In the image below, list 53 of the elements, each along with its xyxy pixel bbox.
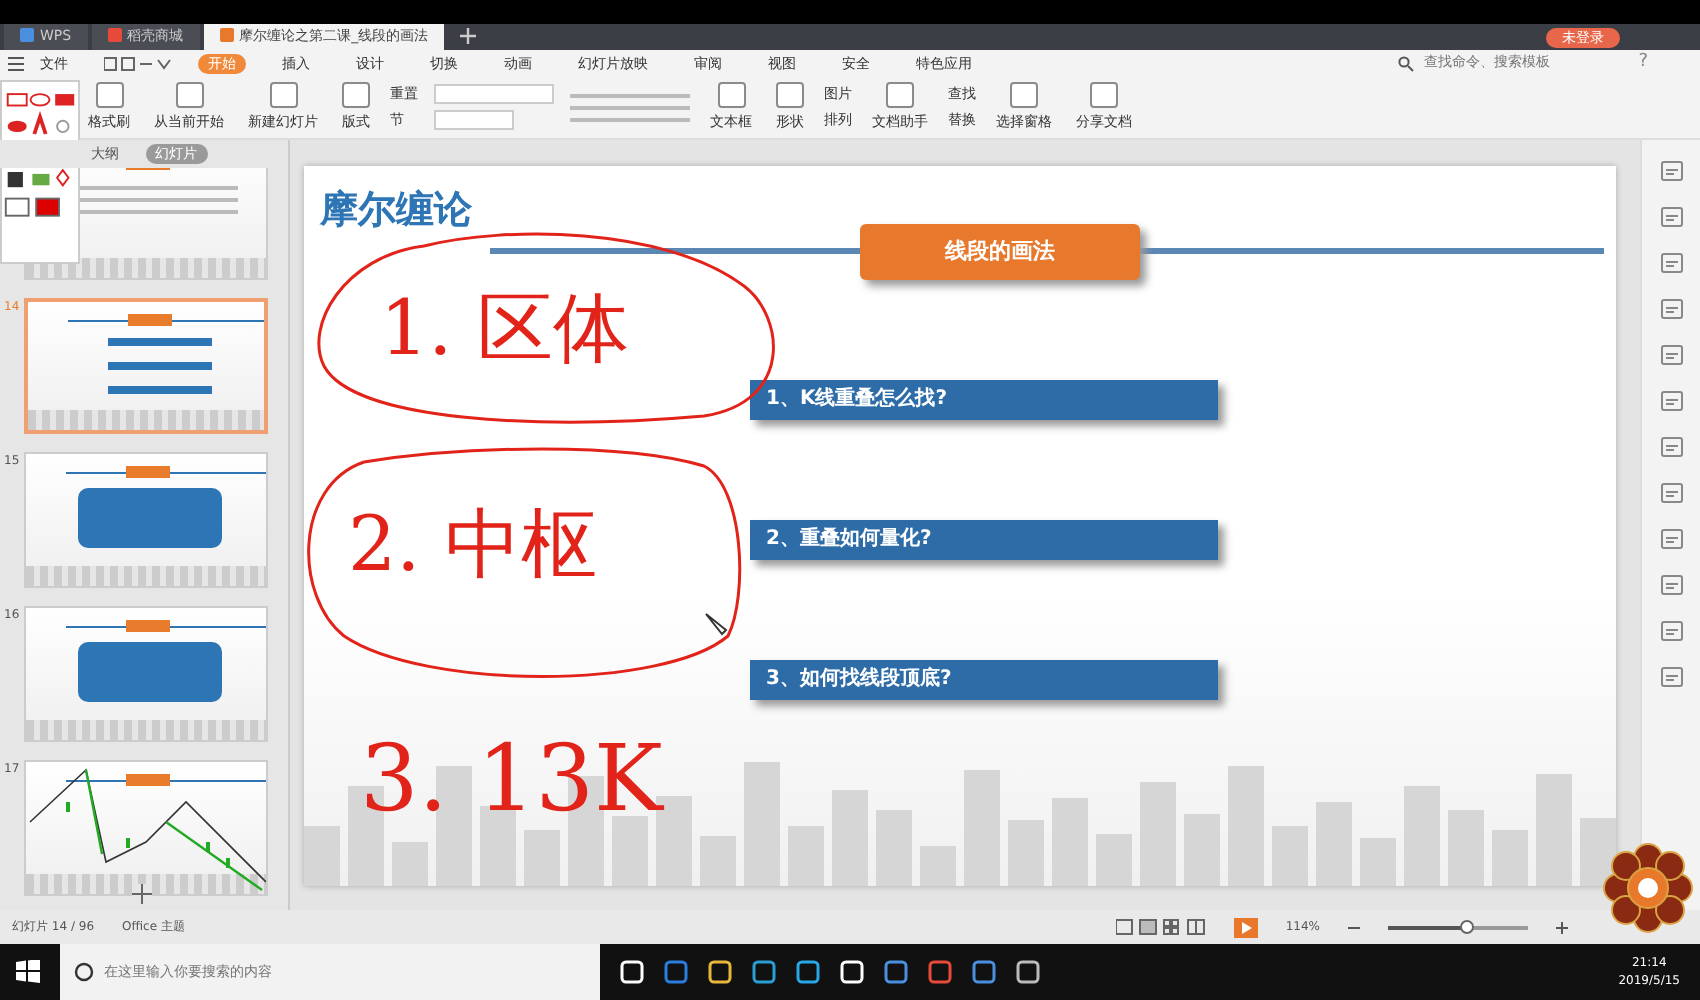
sidebar-tool-icon[interactable] <box>1659 344 1683 366</box>
search-icon <box>1398 55 1415 71</box>
slide-thumbnail[interactable] <box>24 298 268 434</box>
windows-start-icon[interactable] <box>16 960 40 984</box>
sidebar-tool-icon[interactable] <box>1659 528 1683 550</box>
search-icon <box>74 962 94 982</box>
toolbar-icon <box>1010 81 1038 108</box>
toolbar-icon <box>776 81 804 108</box>
sidebar-tool-icon[interactable] <box>1659 160 1683 182</box>
font-name-field[interactable] <box>434 84 554 104</box>
pen-cursor-icon <box>704 612 728 636</box>
taskbar-app-icon[interactable] <box>972 960 996 984</box>
toolbar-icon <box>175 81 203 108</box>
quick-access-icon[interactable] <box>104 55 172 71</box>
slide-thumbnail[interactable] <box>24 452 268 588</box>
sidebar-tool-icon[interactable] <box>1659 482 1683 504</box>
slide-title: 摩尔缠论 <box>320 186 472 236</box>
toolbar-icon <box>269 81 297 108</box>
question-bar: 3、如何找线段顶底? <box>750 660 1218 700</box>
taskbar-app-icon[interactable] <box>796 960 820 984</box>
toolbar-icon <box>717 81 745 108</box>
sidebar-tool-icon[interactable] <box>1659 666 1683 688</box>
slide-thumbnail[interactable] <box>24 606 268 742</box>
question-bar: 2、重叠如何量化? <box>750 520 1218 560</box>
taskbar-app-icon[interactable] <box>708 960 732 984</box>
zoom-in-icon[interactable] <box>1556 921 1568 933</box>
toolbar-icon <box>886 81 914 108</box>
play-slideshow-icon[interactable] <box>1233 917 1258 937</box>
handwritten-note: 3. 13K <box>360 732 663 824</box>
handwritten-note: 2. 中枢 <box>348 506 597 582</box>
zoom-slider-thumb[interactable] <box>1459 919 1473 933</box>
slide-thumbnail[interactable] <box>24 760 268 896</box>
font-size-field[interactable] <box>434 110 514 130</box>
sidebar-tool-icon[interactable] <box>1659 298 1683 320</box>
taskbar-app-icon[interactable] <box>1016 960 1040 984</box>
section-banner: 线段的画法 <box>860 224 1140 280</box>
view-mode-icon[interactable] <box>1115 918 1206 936</box>
menu-icon[interactable] <box>8 55 24 71</box>
toolbar-icon <box>342 81 370 108</box>
toolbar-icon <box>1090 81 1118 108</box>
handwritten-note: 1. 区体 <box>380 290 629 366</box>
sidebar-tool-icon[interactable] <box>1659 206 1683 228</box>
sidebar-tool-icon[interactable] <box>1659 252 1683 274</box>
new-tab-icon[interactable] <box>460 28 477 44</box>
sidebar-tool-icon[interactable] <box>1659 390 1683 412</box>
sidebar-tool-icon[interactable] <box>1659 574 1683 596</box>
taskbar-app-icon[interactable] <box>752 960 776 984</box>
zoom-out-icon[interactable] <box>1348 921 1360 933</box>
sidebar-tool-icon[interactable] <box>1659 620 1683 642</box>
sidebar-tool-icon[interactable] <box>1659 436 1683 458</box>
question-bar: 1、K线重叠怎么找? <box>750 380 1218 420</box>
toolbar-icon <box>95 81 123 108</box>
taskbar-app-icon[interactable] <box>884 960 908 984</box>
